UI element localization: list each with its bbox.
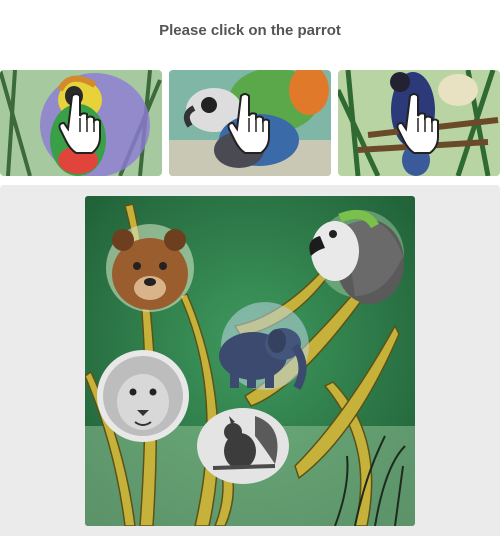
reference-thumbnails xyxy=(0,70,500,176)
hand-pointer-icon xyxy=(58,92,104,154)
parrot-thumbnail-3[interactable] xyxy=(338,70,500,176)
hand-pointer-icon xyxy=(227,92,273,154)
hand-pointer-icon xyxy=(396,92,442,154)
lion[interactable] xyxy=(97,350,189,442)
parrot-thumbnail-1[interactable] xyxy=(0,70,162,176)
challenge-panel xyxy=(0,185,500,536)
challenge-image[interactable] xyxy=(85,196,415,526)
bear[interactable] xyxy=(106,224,194,312)
squirrel[interactable] xyxy=(197,408,289,484)
captcha-prompt: Please click on the parrot xyxy=(159,22,341,39)
parrot-thumbnail-2[interactable] xyxy=(169,70,331,176)
